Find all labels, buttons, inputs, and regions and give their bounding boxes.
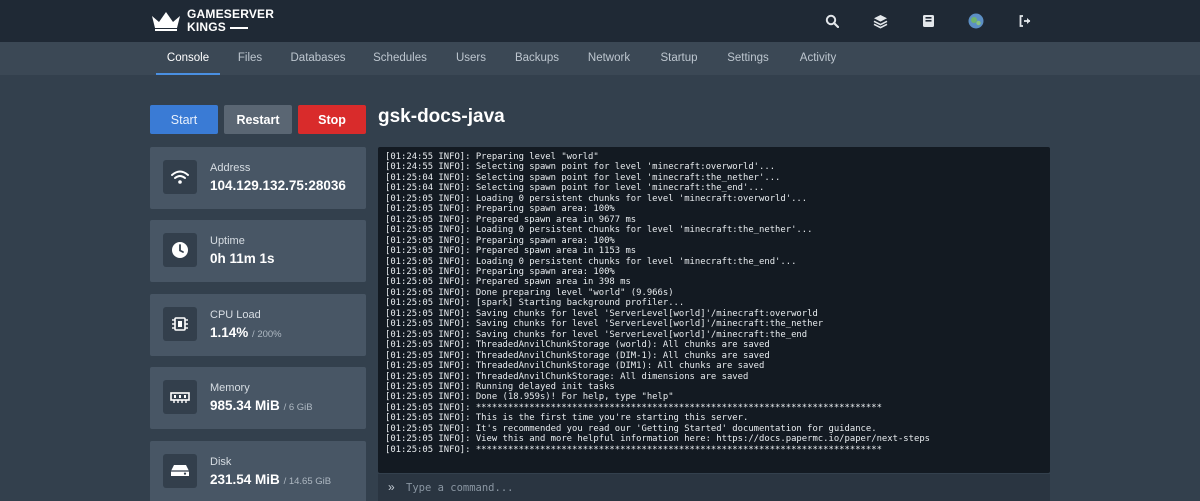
tab-activity[interactable]: Activity: [794, 42, 842, 75]
console-line: [01:25:05 INFO]: ThreadedAnvilChunkStora…: [385, 371, 749, 382]
tab-startup[interactable]: Startup: [656, 42, 702, 75]
search-icon[interactable]: [823, 12, 841, 30]
console-line: [01:25:05 INFO]: It's recommended you re…: [385, 423, 877, 434]
console-line: [01:25:05 INFO]: Loading 0 persistent ch…: [385, 256, 797, 267]
console-line: [01:25:05 INFO]: Prepared spawn area in …: [385, 277, 631, 288]
start-button[interactable]: Start: [150, 105, 218, 134]
console-line: [01:24:55 INFO]: Selecting spawn point f…: [385, 162, 776, 173]
address-value[interactable]: 104.129.132.75:28036: [210, 178, 346, 193]
brand-line2: KINGS: [187, 20, 227, 34]
memory-value: 985.34 MiB / 6 GiB: [210, 398, 313, 413]
stop-button[interactable]: Stop: [298, 105, 366, 134]
console-line: [01:25:05 INFO]: [spark] Starting backgr…: [385, 298, 685, 309]
cpu-icon: [163, 307, 197, 341]
memory-limit: / 6 GiB: [283, 402, 313, 413]
console-line: [01:25:05 INFO]: Saving chunks for level…: [385, 329, 808, 340]
console-line: [01:25:05 INFO]: View this and more help…: [385, 434, 931, 445]
console-line: [01:25:05 INFO]: Preparing spawn area: 1…: [385, 235, 615, 246]
console-line: [01:25:05 INFO]: Done (18.959s)! For hel…: [385, 392, 674, 403]
brand-name: GAMESERVER KINGS: [187, 8, 274, 34]
console-line: [01:25:05 INFO]: Preparing spawn area: 1…: [385, 266, 615, 277]
console-line: [01:25:05 INFO]: Loading 0 persistent ch…: [385, 193, 808, 204]
disk-label: Disk: [210, 456, 232, 468]
console-line: [01:25:05 INFO]: Saving chunks for level…: [385, 319, 824, 330]
console-line: [01:25:05 INFO]: ThreadedAnvilChunkStora…: [385, 340, 770, 351]
chevron-right-icon: »: [388, 480, 395, 494]
console-line: [01:25:04 INFO]: Selecting spawn point f…: [385, 172, 781, 183]
address-label: Address: [210, 162, 251, 174]
disk-card: Disk 231.54 MiB / 14.65 GiB: [150, 441, 366, 501]
clock-icon: [163, 233, 197, 267]
server-nav: Console Files Databases Schedules Users …: [0, 42, 1200, 75]
cpu-value: 1.14% / 200%: [210, 325, 282, 340]
console-line: [01:25:05 INFO]: Running delayed init ta…: [385, 381, 615, 392]
crown-icon: [152, 12, 180, 31]
brand-logo[interactable]: GAMESERVER KINGS: [150, 8, 280, 36]
wifi-icon: [163, 160, 197, 194]
cpu-card: CPU Load 1.14% / 200%: [150, 294, 366, 356]
console-line: [01:25:05 INFO]: ThreadedAnvilChunkStora…: [385, 350, 770, 361]
logout-icon[interactable]: [1016, 12, 1034, 30]
uptime-label: Uptime: [210, 235, 245, 247]
tab-backups[interactable]: Backups: [512, 42, 562, 75]
top-bar: GAMESERVER KINGS: [0, 0, 1200, 42]
disk-usage: 231.54 MiB: [210, 472, 280, 487]
address-card[interactable]: Address 104.129.132.75:28036: [150, 147, 366, 209]
tab-users[interactable]: Users: [452, 42, 490, 75]
cpu-usage: 1.14%: [210, 325, 249, 340]
disk-icon: [163, 454, 197, 488]
console-line: [01:25:05 INFO]: Preparing spawn area: 1…: [385, 204, 615, 215]
tab-settings[interactable]: Settings: [724, 42, 772, 75]
uptime-value: 0h 11m 1s: [210, 251, 275, 266]
book-icon[interactable]: [919, 12, 937, 30]
console-line: [01:25:05 INFO]: Prepared spawn area in …: [385, 246, 637, 257]
tab-schedules[interactable]: Schedules: [370, 42, 430, 75]
console-line: [01:25:05 INFO]: This is the first time …: [385, 413, 749, 424]
restart-button[interactable]: Restart: [224, 105, 292, 134]
console-line: [01:25:05 INFO]: ***********************…: [385, 444, 882, 455]
server-name: gsk-docs-java: [378, 106, 505, 127]
disk-value: 231.54 MiB / 14.65 GiB: [210, 472, 331, 487]
console-line: [01:25:05 INFO]: Loading 0 persistent ch…: [385, 225, 813, 236]
memory-usage: 985.34 MiB: [210, 398, 280, 413]
memory-card: Memory 985.34 MiB / 6 GiB: [150, 367, 366, 429]
layers-icon[interactable]: [871, 12, 889, 30]
console-line: [01:25:05 INFO]: ***********************…: [385, 402, 882, 413]
console-line: [01:25:05 INFO]: Done preparing level "w…: [385, 287, 674, 298]
disk-limit: / 14.65 GiB: [283, 476, 332, 487]
tab-console[interactable]: Console: [156, 42, 220, 75]
console-line: [01:25:05 INFO]: Saving chunks for level…: [385, 308, 818, 319]
memory-icon: [163, 380, 197, 414]
console-line: [01:25:05 INFO]: Prepared spawn area in …: [385, 214, 637, 225]
console-line: [01:25:05 INFO]: ThreadedAnvilChunkStora…: [385, 361, 765, 372]
cpu-limit: / 200%: [252, 329, 282, 340]
avatar[interactable]: [967, 12, 985, 30]
console-line: [01:25:04 INFO]: Selecting spawn point f…: [385, 183, 765, 194]
tab-databases[interactable]: Databases: [288, 42, 348, 75]
tab-files[interactable]: Files: [232, 42, 268, 75]
console-line: [01:24:55 INFO]: Preparing level "world": [385, 152, 599, 162]
tab-network[interactable]: Network: [584, 42, 634, 75]
memory-label: Memory: [210, 382, 250, 394]
command-bar: »: [378, 474, 1050, 501]
uptime-card: Uptime 0h 11m 1s: [150, 220, 366, 282]
command-input[interactable]: [406, 478, 1026, 498]
console-output[interactable]: [01:24:55 INFO]: Preparing level "world"…: [378, 147, 1050, 473]
cpu-label: CPU Load: [210, 309, 261, 321]
